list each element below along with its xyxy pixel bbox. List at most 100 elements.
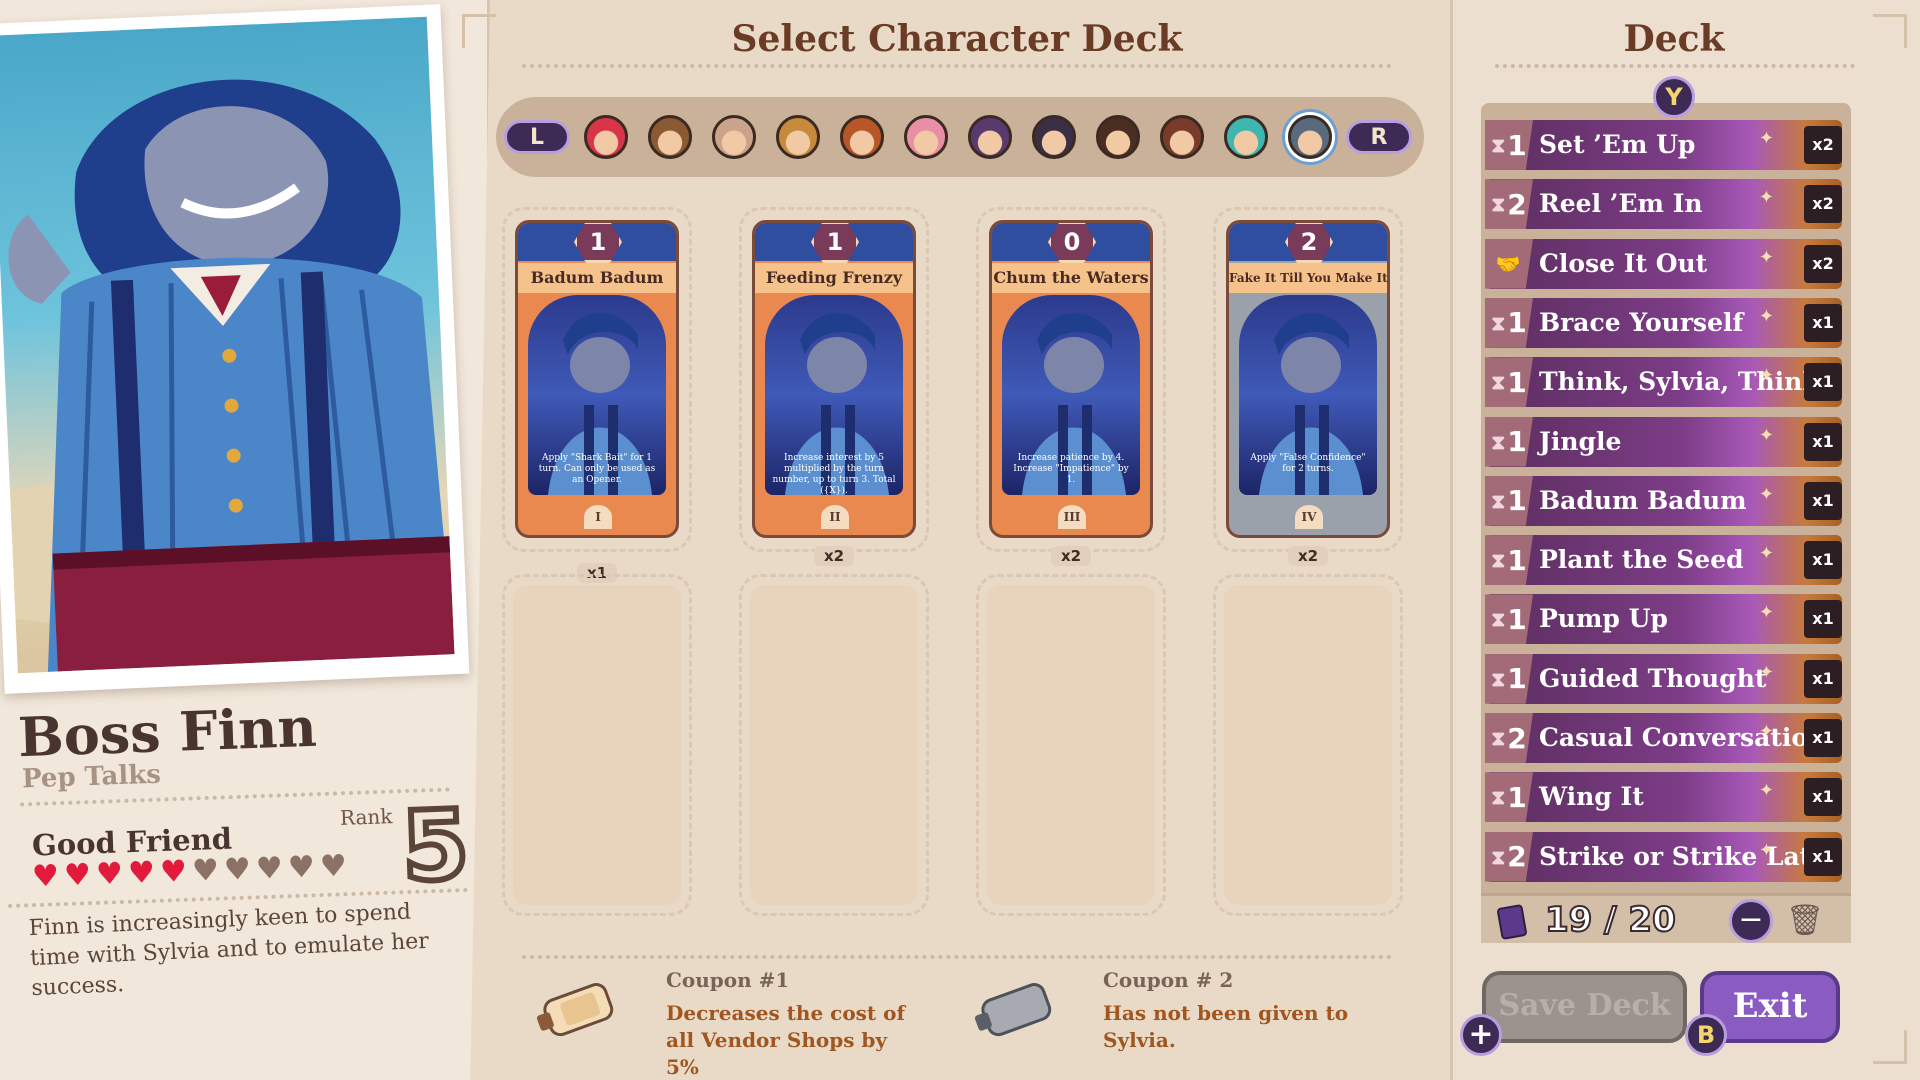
heart-full-icon: ♥ <box>95 856 124 893</box>
empty-card-slot[interactable] <box>1213 574 1403 916</box>
deck-card-row[interactable]: ⧗ 2 Reel ’Em In ✦ x2 <box>1485 179 1842 230</box>
hat-character-avatar[interactable] <box>1154 109 1210 165</box>
sparkle-icon: ✦ <box>1758 661 1774 683</box>
hourglass-glyph: ⧗ <box>1491 133 1506 157</box>
deck-card-row[interactable]: ⧗ 1 Jingle ✦ x1 <box>1485 416 1842 467</box>
deck-card-row[interactable]: ⧗ 1 Wing It ✦ x1 <box>1485 772 1842 823</box>
character-subtitle: Pep Talks <box>21 759 162 795</box>
deck-card-name: Wing It <box>1539 782 1644 812</box>
left-bumper-button[interactable]: L <box>504 120 570 154</box>
hourglass-icon: ⧗ 1 <box>1485 297 1533 348</box>
card-level-numeral: II <box>821 505 849 529</box>
card-slot[interactable]: 2 Fake It Till You Make It Apply "False Co… <box>1213 207 1403 552</box>
plus-button[interactable]: + <box>1460 1014 1502 1056</box>
coupon-divider <box>522 955 1392 959</box>
friendship-hearts: ♥ ♥ ♥ ♥ ♥ ♥ ♥ ♥ ♥ ♥ <box>31 849 349 895</box>
shark-character-avatar[interactable] <box>1282 109 1338 165</box>
antlered-character-avatar[interactable] <box>706 109 762 165</box>
heart-full-icon: ♥ <box>159 854 188 891</box>
deck-card-row[interactable]: ⧗ 1 Plant the Seed ✦ x1 <box>1485 535 1842 586</box>
red-haired-character-avatar[interactable] <box>578 109 634 165</box>
deck-card-cost: 2 <box>1507 840 1527 874</box>
heart-empty-icon: ♥ <box>191 853 220 889</box>
deck-card-cost: 1 <box>1507 425 1527 458</box>
deck-card-row[interactable]: ⧗ 1 Guided Thought ✦ x1 <box>1485 653 1842 704</box>
deck-card-row[interactable]: ⧗ 2 Casual Conversation ✦ x1 <box>1485 713 1842 763</box>
empty-slot-fill <box>987 585 1155 905</box>
card-title: Fake It Till You Make It <box>1229 263 1387 293</box>
deck-card-quantity: x2 <box>1804 185 1842 224</box>
deck-card-cost: 1 <box>1507 306 1527 340</box>
deck-card-row[interactable]: ⧗ 2 Strike or Strike Later ✦ x1 <box>1485 831 1842 882</box>
y-button[interactable]: Y <box>1653 76 1695 118</box>
right-bumper-button[interactable]: R <box>1346 120 1412 154</box>
handshake-glyph: 🤝 <box>1495 251 1521 276</box>
empty-card-slot[interactable] <box>502 574 692 916</box>
deck-card-quantity: x2 <box>1804 244 1842 283</box>
sparkle-icon: ✦ <box>1758 305 1774 327</box>
witch-hat-character-avatar[interactable] <box>962 109 1018 165</box>
deck-card-quantity: x1 <box>1804 422 1842 461</box>
deck-card-quantity: x1 <box>1804 659 1842 698</box>
empty-slot-fill <box>750 585 918 905</box>
b-button[interactable]: B <box>1685 1014 1727 1056</box>
sparkle-icon: ✦ <box>1758 602 1774 624</box>
ability-card[interactable]: 1 Feeding Frenzy Increase interest by 5 mu… <box>752 220 916 538</box>
deck-card-name: Pump Up <box>1539 604 1668 634</box>
dark-haired-character-avatar[interactable] <box>1090 109 1146 165</box>
card-title: Chum the Waters <box>992 263 1150 293</box>
coupon-2-title: Coupon # 2 <box>1103 968 1234 992</box>
deck-card-row[interactable]: ⧗ 1 Badum Badum ✦ x1 <box>1485 475 1842 526</box>
avatar-face <box>840 115 884 159</box>
sparkle-icon: ✦ <box>1758 128 1774 149</box>
pink-cone-character-avatar[interactable] <box>898 109 954 165</box>
hourglass-icon: ⧗ 1 <box>1485 653 1533 704</box>
deck-card-quantity: x2 <box>1804 126 1842 164</box>
deck-card-quantity: x1 <box>1804 778 1842 817</box>
ability-card[interactable]: 1 Badum Badum Apply "Shark Bait" for 1 tur… <box>515 220 679 538</box>
card-slot[interactable]: 0 Chum the Waters Increase patience by 4. … <box>976 207 1166 552</box>
empty-slot-fill <box>1224 585 1392 905</box>
deck-card-row[interactable]: ⧗ 1 Think, Sylvia, Think ✦ x1 <box>1485 357 1842 408</box>
card-slot[interactable]: 1 Badum Badum Apply "Shark Bait" for 1 tur… <box>502 207 692 552</box>
deck-card-row[interactable]: ⧗ 1 Pump Up ✦ x1 <box>1485 594 1842 645</box>
curly-haired-character-avatar[interactable] <box>834 109 890 165</box>
hourglass-glyph: ⧗ <box>1491 429 1506 454</box>
hourglass-glyph: ⧗ <box>1491 666 1506 691</box>
deck-card-name: Guided Thought <box>1539 663 1767 693</box>
deck-card-row[interactable]: 🤝 Close It Out ✦ x2 <box>1485 238 1842 289</box>
empty-card-slot[interactable] <box>976 574 1166 916</box>
avatar-face <box>968 115 1012 159</box>
deck-card-quantity: x1 <box>1804 481 1842 520</box>
save-deck-button[interactable]: Save Deck <box>1482 971 1687 1043</box>
card-level-numeral: I <box>584 505 612 529</box>
goggles-character-avatar[interactable] <box>642 109 698 165</box>
teal-haired-character-avatar[interactable] <box>1218 109 1274 165</box>
ability-card[interactable]: 2 Fake It Till You Make It Apply "False Co… <box>1226 220 1390 538</box>
card-description: Increase patience by 4. Increase "Impati… <box>1013 453 1129 485</box>
hourglass-glyph: ⧗ <box>1491 488 1506 513</box>
remove-card-button[interactable]: − <box>1729 899 1773 943</box>
ability-card[interactable]: 0 Chum the Waters Increase patience by 4. … <box>989 220 1153 538</box>
card-slot[interactable]: 1 Feeding Frenzy Increase interest by 5 mu… <box>739 207 929 552</box>
avatar-face <box>584 115 628 159</box>
deck-card-row[interactable]: ⧗ 1 Brace Yourself ✦ x1 <box>1485 297 1842 348</box>
deck-card-name: Casual Conversation <box>1539 723 1827 752</box>
deck-card-cost: 1 <box>1507 780 1527 814</box>
trash-icon[interactable]: 🗑 <box>1786 903 1824 939</box>
card-level-numeral: IV <box>1295 505 1323 529</box>
deck-card-list[interactable]: ⧗ 1 Set ’Em Up ✦ x2 ⧗ 2 Reel ’Em In ✦ x2 🤝 Close It… <box>1481 103 1851 943</box>
empty-card-slot[interactable] <box>739 574 929 916</box>
deck-card-quantity: x1 <box>1804 837 1842 876</box>
sparkle-icon: ✦ <box>1758 721 1774 742</box>
avatar-face <box>1096 115 1140 159</box>
card-quantity: x2 <box>1288 546 1328 566</box>
card-description: Increase interest by 5 multiplied by the… <box>772 453 896 496</box>
card-title: Feeding Frenzy <box>755 263 913 293</box>
card-level-numeral: III <box>1058 505 1086 529</box>
deck-card-name: Close It Out <box>1539 248 1708 278</box>
sack-character-avatar[interactable] <box>770 109 826 165</box>
cat-pair-character-avatar[interactable] <box>1026 109 1082 165</box>
character-profile-panel: Boss Finn Pep Talks Good Friend Rank 5 ♥… <box>0 0 490 1080</box>
deck-card-row[interactable]: ⧗ 1 Set ’Em Up ✦ x2 <box>1485 120 1842 170</box>
